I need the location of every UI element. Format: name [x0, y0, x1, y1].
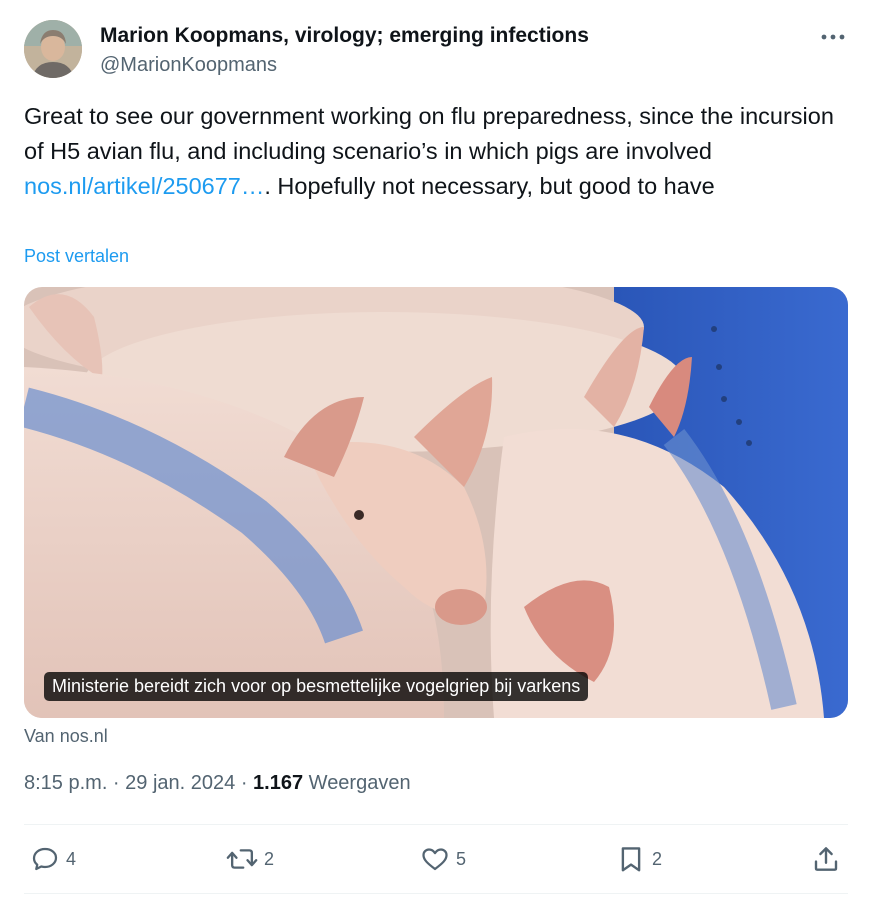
divider-bottom: [24, 893, 848, 894]
article-link[interactable]: nos.nl/artikel/250677…: [24, 173, 264, 199]
share-button[interactable]: [811, 842, 841, 876]
repost-icon: [226, 849, 258, 869]
heart-icon: [422, 848, 448, 871]
pigs-photo-icon: [24, 287, 848, 718]
meta-separator: ·: [240, 772, 248, 794]
bookmark-icon: [621, 847, 641, 872]
author-handle[interactable]: @MarionKoopmans: [100, 54, 277, 77]
card-caption: Ministerie bereidt zich voor op besmette…: [44, 672, 589, 701]
translate-post-link[interactable]: Post vertalen: [24, 246, 129, 267]
divider-top: [24, 824, 848, 825]
card-source[interactable]: Van nos.nl: [24, 726, 108, 747]
views-label: Weergaven: [308, 772, 411, 794]
bookmark-count: 2: [652, 848, 663, 869]
reply-button[interactable]: 4: [30, 842, 76, 876]
like-button[interactable]: 5: [420, 842, 466, 876]
avatar[interactable]: [24, 20, 82, 78]
bookmark-button[interactable]: 2: [616, 842, 662, 876]
more-options-button[interactable]: [816, 22, 850, 52]
views-count: 1.167: [253, 772, 304, 794]
link-card[interactable]: Ministerie bereidt zich voor op besmette…: [24, 287, 848, 718]
tweet-text-part-1: Great to see our government working on f…: [24, 103, 834, 164]
tweet-text-part-2: . Hopefully not necessary, but good to h…: [264, 173, 715, 199]
author-display-name[interactable]: Marion Koopmans, virology; emerging infe…: [100, 24, 589, 48]
reply-icon: [32, 847, 58, 871]
repost-button[interactable]: 2: [226, 842, 274, 876]
share-icon: [814, 847, 838, 871]
tweet-text: Great to see our government working on f…: [24, 99, 854, 204]
tweet-meta: 8:15 p.m. · 29 jan. 2024 · 1.167 Weergav…: [24, 772, 411, 795]
repost-count: 2: [264, 848, 275, 869]
more-dots-icon: [821, 34, 845, 40]
timestamp[interactable]: 8:15 p.m. · 29 jan. 2024: [24, 772, 235, 794]
reply-count: 4: [66, 848, 77, 869]
like-count: 5: [456, 848, 467, 869]
avatar-photo-icon: [24, 20, 82, 78]
